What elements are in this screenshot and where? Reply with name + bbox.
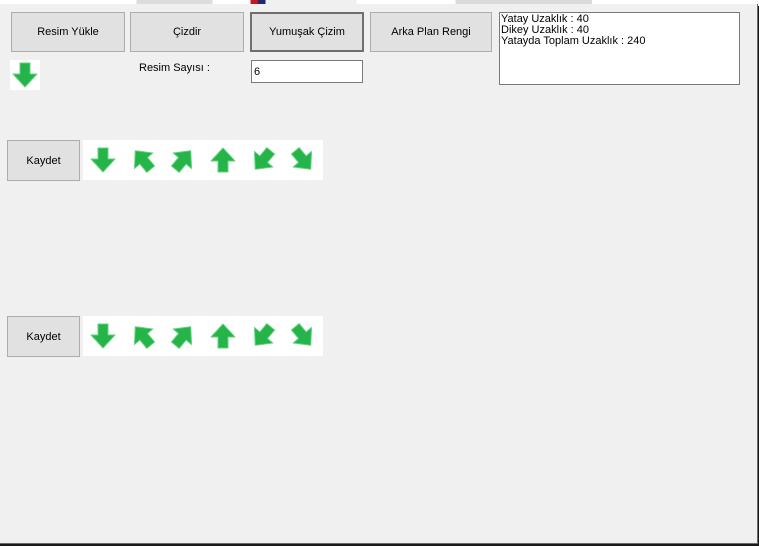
- up-right-arrow-icon: [168, 145, 198, 175]
- arrow-strip-row-2: [83, 316, 323, 356]
- total-horizontal-distance-text: Yatayda Toplam Uzaklık : 240: [501, 35, 646, 47]
- image-count-input[interactable]: [251, 60, 363, 83]
- background-color-button[interactable]: Arka Plan Rengi: [370, 12, 492, 52]
- main-window-client: Resim Yükle Çizdir Yumuşak Çizim Arka Pl…: [0, 4, 758, 544]
- up-left-arrow-icon: [128, 321, 158, 351]
- save-button-row-2[interactable]: Kaydet: [7, 316, 80, 357]
- down-arrow-icon: [88, 321, 118, 351]
- smooth-draw-button[interactable]: Yumuşak Çizim: [250, 12, 364, 52]
- arrow-strip-row-1: [83, 140, 323, 180]
- up-right-arrow-icon: [168, 321, 198, 351]
- down-arrow-icon: [10, 60, 40, 90]
- up-left-arrow-icon: [128, 145, 158, 175]
- down-left-arrow-icon: [248, 145, 278, 175]
- load-image-button[interactable]: Resim Yükle: [11, 12, 125, 52]
- up-arrow-icon: [208, 145, 238, 175]
- distance-info-box[interactable]: Yatay Uzaklık : 40 Dikey Uzaklık : 40 Ya…: [499, 12, 740, 85]
- save-button-row-1[interactable]: Kaydet: [7, 140, 80, 181]
- draw-button[interactable]: Çizdir: [130, 12, 244, 52]
- down-right-arrow-icon: [288, 145, 318, 175]
- down-left-arrow-icon: [248, 321, 278, 351]
- up-arrow-icon: [208, 321, 238, 351]
- image-count-label: Resim Sayısı :: [139, 62, 210, 74]
- down-right-arrow-icon: [288, 321, 318, 351]
- loaded-image-preview: [10, 60, 40, 90]
- down-arrow-icon: [88, 145, 118, 175]
